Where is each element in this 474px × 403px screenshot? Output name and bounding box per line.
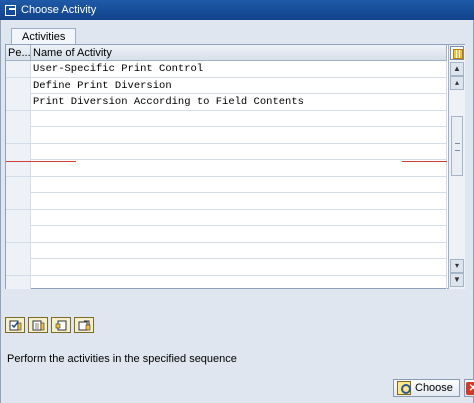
empty-cell [31,143,447,160]
column-header-pe[interactable]: Pe... [6,45,31,61]
grid-body: User-Specific Print Control Define Print… [6,61,447,289]
drop-marker-right [402,161,447,162]
empty-row [6,176,447,193]
cancel-button[interactable]: ✕ [463,379,474,397]
row-selector [6,275,31,289]
close-icon: ✕ [466,381,474,395]
empty-row [6,110,447,127]
empty-row [6,127,447,144]
activities-grid: Pe... Name of Activity User-Specific Pri… [5,44,465,289]
select-all-icon [9,320,21,330]
scroll-up-icon[interactable]: ▴ [450,76,464,90]
row-selector[interactable] [6,77,31,94]
vertical-scrollbar[interactable]: ▲ ▴ ▾ ▼ [448,45,465,289]
empty-row [6,209,447,226]
empty-row [6,160,447,177]
scroll-thumb[interactable] [451,116,463,176]
choose-icon [397,381,411,395]
empty-cell [31,176,447,193]
dialog-footer: Choose ✕ [393,379,474,397]
select-all-button[interactable] [5,317,25,333]
drop-marker-left [6,161,76,162]
choose-button[interactable]: Choose [393,379,460,397]
empty-cell [31,160,447,176]
window-title: Choose Activity [21,4,97,16]
info-text: Perform the activities in the specified … [7,353,237,365]
title-bar: Choose Activity [0,0,474,20]
row-selector [6,259,31,275]
activity-name-cell[interactable]: User-Specific Print Control [31,61,447,77]
tab-label: Activities [22,30,66,43]
empty-cell [31,209,447,226]
empty-row [6,275,447,289]
window-icon [5,4,16,16]
empty-cell [31,193,447,209]
row-selector[interactable] [6,61,31,77]
empty-row [6,259,447,276]
scroll-bottom-icon[interactable]: ▼ [450,273,464,287]
select-block-button[interactable] [51,317,71,333]
empty-cell [31,110,447,127]
table-row[interactable]: Define Print Diversion [6,77,447,94]
activity-name-cell[interactable]: Define Print Diversion [31,77,447,94]
row-selector [6,110,31,127]
table-row[interactable]: User-Specific Print Control [6,61,447,78]
grid-header: Pe... Name of Activity [6,45,447,61]
scroll-down-icon[interactable]: ▾ [450,259,464,273]
empty-row [6,242,447,259]
choose-label: Choose [415,382,453,394]
empty-cell [31,226,447,242]
empty-row [6,226,447,243]
tab-strip: Activities [5,24,467,44]
empty-cell [31,127,447,143]
empty-cell [31,259,447,275]
deselect-all-icon [32,320,44,330]
row-selector [6,226,31,242]
grid-toolbar [5,317,94,333]
select-block-icon [55,320,66,330]
empty-cell [31,242,447,259]
table-row[interactable]: Print Diversion According to Field Conte… [6,94,447,111]
row-selector [6,160,31,176]
row-selector [6,176,31,193]
deselect-all-button[interactable] [28,317,48,333]
table-settings-icon[interactable] [450,46,464,60]
row-selector [6,143,31,160]
row-selector [6,209,31,226]
details-button[interactable] [74,317,94,333]
tab-activities[interactable]: Activities [11,28,77,44]
empty-cell [31,275,447,289]
row-selector [6,193,31,209]
dialog-window: Activities Pe... Name of Activity User-S… [0,20,474,403]
row-selector [6,127,31,143]
details-icon [78,320,90,330]
row-selector[interactable] [6,94,31,110]
empty-row [6,193,447,210]
column-header-name[interactable]: Name of Activity [31,45,447,61]
empty-row [6,143,447,160]
scroll-top-icon[interactable]: ▲ [450,62,464,76]
row-selector [6,242,31,259]
activity-name-cell[interactable]: Print Diversion According to Field Conte… [31,94,447,110]
